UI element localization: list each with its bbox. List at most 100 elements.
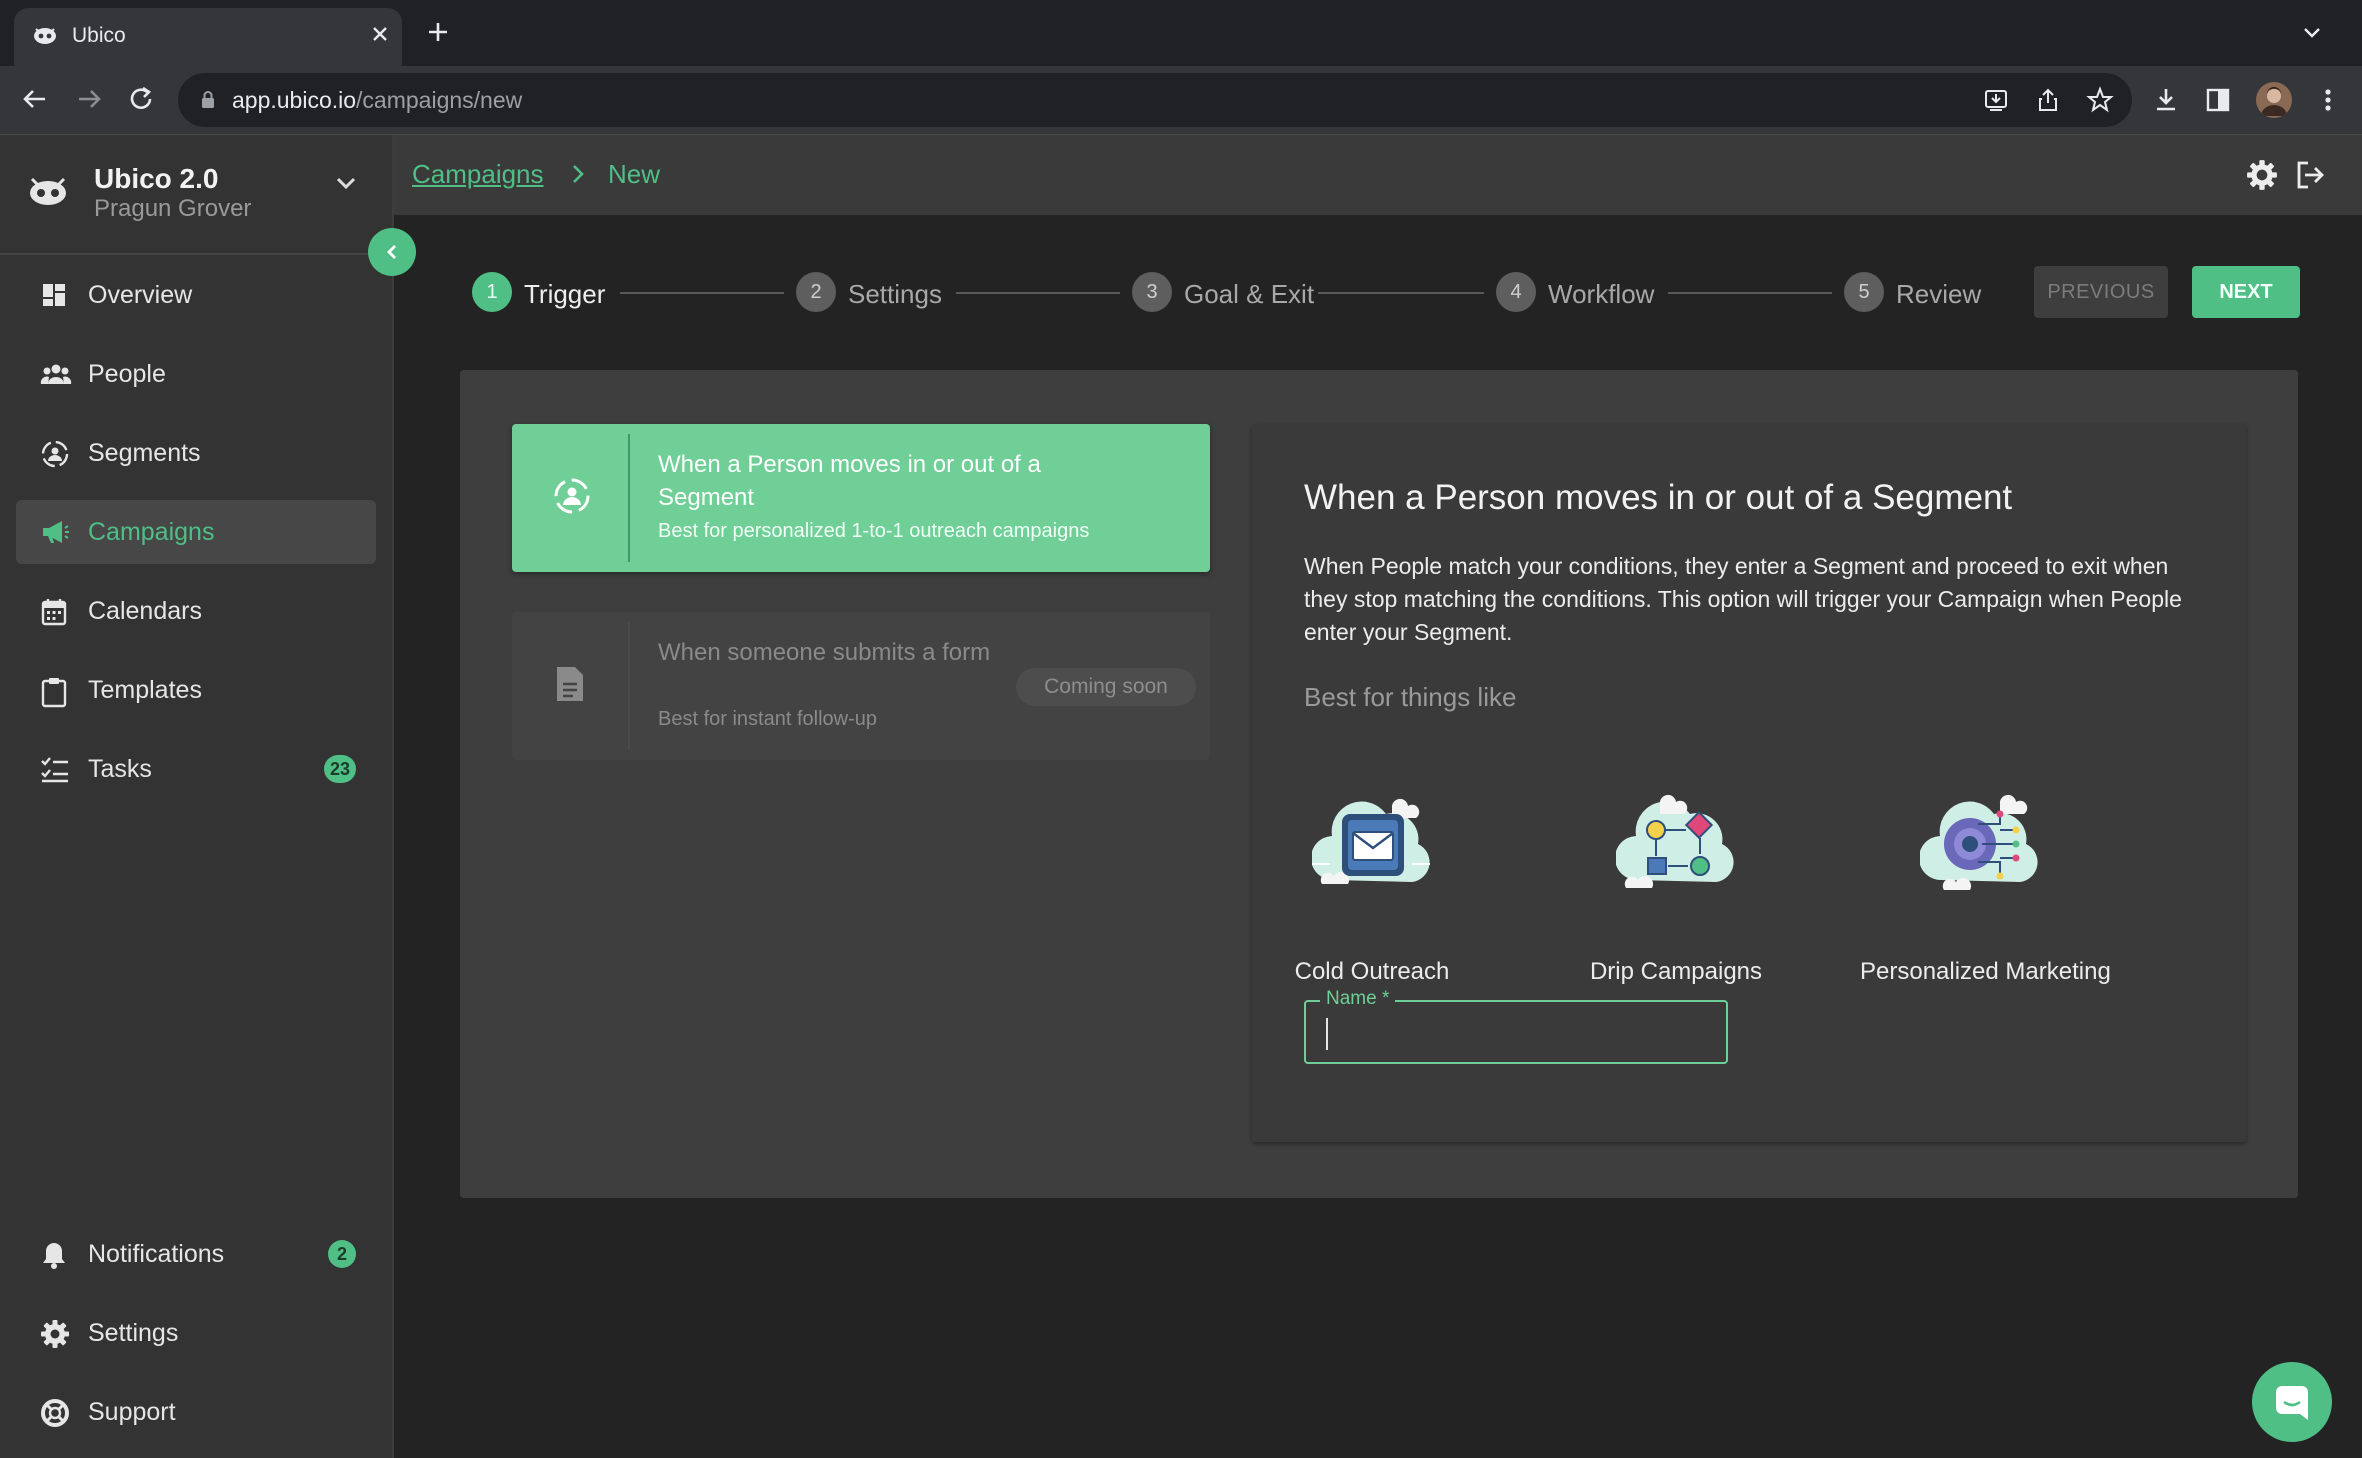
clipboard-icon bbox=[40, 676, 68, 708]
ubico-logo-icon bbox=[26, 173, 70, 209]
step-label: Workflow bbox=[1548, 279, 1655, 309]
example-caption: Personalized Marketing bbox=[1860, 958, 2111, 985]
step-connector bbox=[1318, 292, 1484, 294]
url-text[interactable]: app.ubico.io/campaigns/new bbox=[232, 87, 522, 114]
forward-arrow-icon[interactable] bbox=[74, 84, 104, 114]
sidebar-item-tasks[interactable]: Tasks 23 bbox=[16, 737, 376, 801]
step-label: Review bbox=[1896, 279, 1982, 309]
collapse-sidebar-button[interactable] bbox=[368, 228, 416, 276]
option-subtitle: Best for personalized 1-to-1 outreach ca… bbox=[658, 520, 1090, 542]
example-caption: Cold Outreach bbox=[1294, 958, 1450, 985]
overview-icon bbox=[40, 281, 68, 309]
step-label: Trigger bbox=[524, 279, 606, 309]
trigger-panel: When a Person moves in or out of a Segme… bbox=[460, 370, 2298, 1198]
trigger-option-segment[interactable]: When a Person moves in or out of a Segme… bbox=[512, 424, 1210, 572]
megaphone-icon bbox=[40, 518, 70, 546]
sidebar-item-label: Calendars bbox=[88, 597, 202, 625]
sidebar-item-overview[interactable]: Overview bbox=[16, 263, 376, 327]
downloads-icon[interactable] bbox=[2152, 86, 2180, 114]
sidebar-item-label: Overview bbox=[88, 281, 193, 309]
install-app-icon[interactable] bbox=[1982, 86, 2010, 114]
tab-search-chevron-icon[interactable] bbox=[2302, 26, 2322, 40]
sidebar-item-templates[interactable]: Templates bbox=[16, 658, 376, 722]
sidebar-item-campaigns[interactable]: Campaigns bbox=[16, 500, 376, 564]
sidebar-item-label: Segments bbox=[88, 439, 201, 467]
settings-gear-icon[interactable] bbox=[2246, 159, 2278, 191]
profile-avatar[interactable] bbox=[2256, 82, 2292, 118]
workspace-name: Ubico 2.0 bbox=[94, 163, 219, 194]
step-connector bbox=[956, 292, 1120, 294]
back-arrow-icon[interactable] bbox=[20, 84, 50, 114]
address-bar[interactable]: app.ubico.io/campaigns/new bbox=[178, 73, 2132, 127]
step-connector bbox=[620, 292, 784, 294]
browser-menu-icon[interactable] bbox=[2318, 86, 2338, 114]
step-number: 1 bbox=[472, 272, 512, 312]
lifebuoy-icon bbox=[40, 1398, 70, 1428]
breadcrumb-current: New bbox=[608, 159, 661, 189]
workflow-cloud-icon bbox=[1616, 784, 1740, 908]
sidebar: Ubico 2.0 Pragun Grover Overview People … bbox=[0, 135, 394, 1458]
name-field[interactable]: Name * bbox=[1304, 988, 1728, 1064]
sidebar-item-settings[interactable]: Settings bbox=[16, 1301, 376, 1365]
browser-tab[interactable]: Ubico bbox=[14, 8, 402, 66]
name-input[interactable] bbox=[1324, 1016, 1708, 1052]
side-panel-icon[interactable] bbox=[2204, 86, 2232, 114]
trigger-detail-card: When a Person moves in or out of a Segme… bbox=[1252, 424, 2246, 1142]
bell-icon bbox=[40, 1240, 68, 1270]
step-number: 5 bbox=[1844, 272, 1884, 312]
example-caption: Drip Campaigns bbox=[1589, 958, 1763, 985]
sidebar-item-label: Support bbox=[88, 1398, 176, 1426]
next-button[interactable]: NEXT bbox=[2192, 266, 2300, 318]
detail-title: When a Person moves in or out of a Segme… bbox=[1304, 478, 2013, 517]
breadcrumb-campaigns-link[interactable]: Campaigns bbox=[412, 159, 544, 190]
chevron-left-icon bbox=[387, 245, 396, 259]
logout-icon[interactable] bbox=[2294, 159, 2326, 191]
lock-icon[interactable] bbox=[200, 90, 216, 110]
sidebar-item-label: Campaigns bbox=[88, 518, 215, 546]
coming-soon-badge: Coming soon bbox=[1016, 668, 1196, 706]
chat-icon bbox=[2276, 1386, 2308, 1420]
workspace-switcher[interactable]: Ubico 2.0 Pragun Grover bbox=[0, 135, 392, 255]
previous-button[interactable]: PREVIOUS bbox=[2034, 266, 2168, 318]
browser-toolbar: app.ubico.io/campaigns/new bbox=[0, 66, 2362, 135]
share-icon[interactable] bbox=[2034, 86, 2062, 114]
text-caret bbox=[1326, 1018, 1328, 1050]
envelope-cloud-icon bbox=[1312, 784, 1436, 908]
step-number: 3 bbox=[1132, 272, 1172, 312]
new-tab-icon[interactable] bbox=[426, 20, 450, 44]
chevron-down-icon[interactable] bbox=[334, 175, 358, 191]
close-tab-icon[interactable] bbox=[370, 24, 390, 44]
url-path: /campaigns/new bbox=[356, 87, 523, 113]
segment-person-icon bbox=[552, 476, 592, 516]
trigger-option-form: When someone submits a form Best for ins… bbox=[512, 612, 1210, 760]
gear-circuit-cloud-icon bbox=[1920, 784, 2044, 908]
sidebar-item-notifications[interactable]: Notifications 2 bbox=[16, 1222, 376, 1286]
notifications-count-badge: 2 bbox=[328, 1240, 356, 1268]
sidebar-item-label: Notifications bbox=[88, 1240, 225, 1268]
gear-icon bbox=[40, 1319, 70, 1349]
browser-tab-title: Ubico bbox=[72, 24, 126, 47]
sidebar-item-label: Templates bbox=[88, 676, 202, 704]
sidebar-item-calendars[interactable]: Calendars bbox=[16, 579, 376, 643]
step-connector bbox=[1668, 292, 1832, 294]
step-label: Settings bbox=[848, 279, 942, 309]
sidebar-item-label: Settings bbox=[88, 1319, 179, 1347]
document-icon bbox=[552, 664, 588, 704]
sidebar-item-segments[interactable]: Segments bbox=[16, 421, 376, 485]
reload-icon[interactable] bbox=[126, 84, 156, 114]
sidebar-item-people[interactable]: People bbox=[16, 342, 376, 406]
page-header: Campaigns New bbox=[394, 135, 2362, 215]
best-for-label: Best for things like bbox=[1304, 682, 1517, 712]
detail-description: When People match your conditions, they … bbox=[1304, 553, 2182, 645]
sidebar-item-label: People bbox=[88, 360, 166, 388]
ubico-favicon-icon bbox=[32, 24, 58, 46]
user-name: Pragun Grover bbox=[94, 195, 252, 222]
option-title: When someone submits a form bbox=[658, 639, 991, 666]
sidebar-item-support[interactable]: Support bbox=[16, 1380, 376, 1444]
sidebar-item-label: Tasks bbox=[88, 755, 152, 783]
bookmark-star-icon[interactable] bbox=[2086, 86, 2114, 114]
name-field-label: Name * bbox=[1320, 988, 1396, 1010]
option-divider bbox=[628, 622, 630, 750]
chat-launcher-button[interactable] bbox=[2252, 1362, 2332, 1442]
tasks-count-badge: 23 bbox=[323, 755, 356, 783]
